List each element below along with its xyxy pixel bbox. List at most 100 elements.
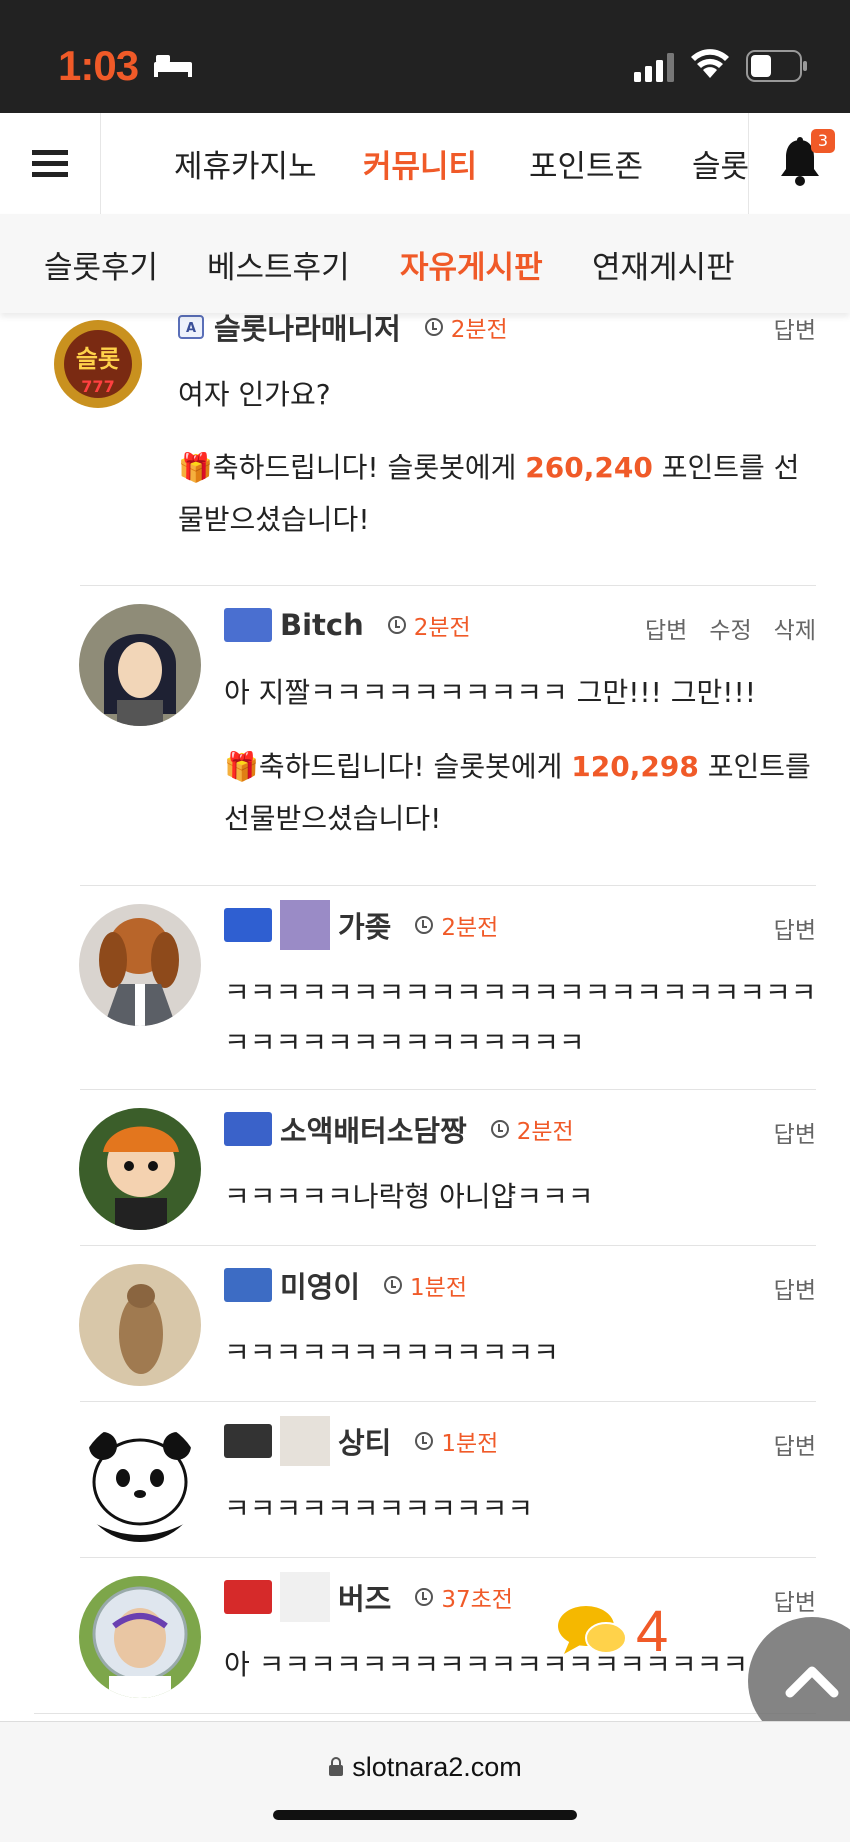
svg-text:A: A — [186, 321, 196, 336]
username[interactable]: 버즈 — [338, 1576, 391, 1618]
clock-icon — [387, 616, 406, 634]
url-display[interactable]: slotnara2.com — [0, 1752, 850, 1783]
clock-icon — [415, 1588, 434, 1606]
tab-best-review[interactable]: 베스트후기 — [207, 242, 350, 287]
comment-list: 슬롯 777 A 슬롯나라매니저 2분전 답변 여자 인가요? 🎁축하드립니다!… — [0, 313, 850, 1721]
username[interactable]: 소액배터소담짱 — [280, 1108, 467, 1150]
username[interactable]: 미영이 — [280, 1264, 360, 1306]
reply-button[interactable]: 답변 — [774, 918, 816, 944]
svg-text:슬롯: 슬롯 — [76, 345, 120, 373]
comment-text: 아 지짤ㅋㅋㅋㅋㅋㅋㅋㅋㅋㅋ 그만!!! 그만!!! — [224, 676, 756, 709]
gift-icon: 🎁 — [178, 451, 213, 484]
reply-button[interactable]: 답변 — [645, 618, 687, 644]
nav-items: 제휴카지노 커뮤니티 포인트존 슬롯 — [101, 113, 748, 214]
level-badge-icon — [224, 608, 272, 642]
comment-meta: 가좆 2분전 — [224, 900, 498, 950]
battery-icon — [746, 50, 807, 82]
comment-actions: 답변 — [752, 1583, 816, 1617]
tab-slot-review[interactable]: 슬롯후기 — [44, 242, 158, 287]
comment-actions: 답변 — [752, 313, 816, 345]
reply-button[interactable]: 답변 — [774, 1590, 816, 1616]
comment-time: 2분전 — [424, 313, 508, 344]
comment-meta: 미영이 1분전 — [224, 1265, 467, 1305]
gift-message: 🎁축하드립니다! 슬롯봇에게 260,240 포인트를 선 물받으셨습니다! — [178, 442, 818, 546]
reply-button[interactable]: 답변 — [774, 1434, 816, 1460]
level-badge-icon — [224, 1424, 272, 1458]
admin-badge-icon: A — [178, 315, 204, 339]
divider — [80, 1557, 816, 1558]
level-badge-icon — [224, 1268, 272, 1302]
delete-button[interactable]: 삭제 — [774, 618, 816, 644]
comment-time: 1분전 — [415, 1424, 498, 1458]
comment-actions: 답변 수정 삭제 — [623, 611, 816, 645]
tab-free-board[interactable]: 자유게시판 — [400, 242, 543, 287]
time-text: 2분전 — [450, 317, 508, 343]
divider — [80, 1245, 816, 1246]
comment-text: ㅋㅋㅋㅋㅋㅋㅋㅋㅋㅋㅋㅋㅋㅋ — [224, 1026, 585, 1059]
reply-button[interactable]: 답변 — [774, 318, 816, 344]
user-icon-image — [280, 1572, 330, 1622]
comment-time: 37초전 — [415, 1580, 513, 1614]
divider — [80, 585, 816, 586]
comment-actions: 답변 — [752, 1115, 816, 1149]
nav-item-point-zone[interactable]: 포인트존 — [529, 141, 643, 186]
time-text: 2분전 — [441, 915, 499, 941]
avatar — [79, 904, 201, 1026]
nav-item-partner-casino[interactable]: 제휴카지노 — [174, 141, 317, 186]
comment-text: 여자 인가요? — [178, 378, 331, 411]
avatar — [79, 1108, 201, 1230]
nav-item-community[interactable]: 커뮤니티 — [363, 141, 477, 186]
comment-text: ㅋㅋㅋㅋㅋㅋㅋㅋㅋㅋㅋㅋㅋ — [224, 1336, 559, 1369]
divider — [80, 885, 816, 886]
username[interactable]: 가좆 — [338, 904, 391, 946]
reply-button[interactable]: 답변 — [774, 1278, 816, 1304]
notification-button[interactable]: 3 — [748, 113, 850, 214]
notification-badge: 3 — [811, 129, 835, 153]
comment-time: 2분전 — [490, 1112, 574, 1146]
chevron-up-icon — [785, 1666, 839, 1698]
chat-float-button[interactable]: 4 — [556, 1598, 668, 1665]
sub-navigation: 슬롯후기 베스트후기 자유게시판 연재게시판 — [0, 214, 850, 313]
time-text: 37초전 — [441, 1587, 513, 1613]
avatar — [79, 1420, 201, 1542]
gift-points: 120,298 — [571, 750, 699, 783]
gift-text: 포인트를 — [698, 750, 811, 783]
comment-time: 1분전 — [384, 1268, 467, 1302]
avatar: 슬롯 777 — [34, 313, 162, 412]
comment-meta: A 슬롯나라매니저 2분전 — [178, 313, 508, 347]
level-badge-icon — [224, 908, 272, 942]
level-badge-icon — [224, 1580, 272, 1614]
hamburger-menu-button[interactable] — [0, 113, 101, 214]
avatar — [79, 1576, 201, 1698]
comment-time: 2분전 — [415, 908, 498, 942]
comment-text: ㅋㅋㅋㅋㅋㅋㅋㅋㅋㅋㅋㅋ — [224, 1492, 534, 1525]
username[interactable]: 상티 — [338, 1420, 391, 1462]
svg-text:777: 777 — [81, 377, 114, 396]
comment-actions: 답변 — [752, 911, 816, 945]
gift-text: 물받으셨습니다! — [178, 503, 370, 536]
comment-text: ㅋㅋㅋㅋㅋ나락형 아니얍ㅋㅋㅋ — [224, 1180, 594, 1213]
clock-icon — [384, 1276, 403, 1294]
time-text: 2분전 — [413, 615, 471, 641]
tab-series-board[interactable]: 연재게시판 — [592, 242, 735, 287]
browser-url-bar[interactable]: slotnara2.com — [0, 1721, 850, 1842]
gift-text: 축하드립니다! 슬롯봇에게 — [212, 451, 526, 484]
username[interactable]: 슬롯나라매니저 — [214, 313, 401, 348]
chat-bubbles-icon — [558, 1605, 627, 1654]
avatar — [79, 1264, 201, 1386]
url-text: slotnara2.com — [352, 1752, 522, 1782]
level-badge-icon — [224, 1112, 272, 1146]
comment-time: 2분전 — [387, 608, 471, 642]
reply-button[interactable]: 답변 — [774, 1122, 816, 1148]
edit-button[interactable]: 수정 — [709, 618, 751, 644]
username[interactable]: Bitch — [280, 608, 364, 642]
home-indicator[interactable] — [273, 1810, 577, 1820]
gift-text: 선물받으셨습니다! — [224, 802, 442, 835]
time-text: 1분전 — [441, 1431, 499, 1457]
lock-icon — [329, 1757, 344, 1776]
gift-message: 🎁축하드립니다! 슬롯봇에게 120,298 포인트를 선물받으셨습니다! — [224, 741, 824, 845]
comment-meta: 상티 1분전 — [224, 1416, 498, 1466]
comment-meta: 버즈 37초전 — [224, 1572, 513, 1622]
user-icon-image — [280, 1416, 330, 1466]
nav-item-slot[interactable]: 슬롯 — [692, 141, 748, 186]
